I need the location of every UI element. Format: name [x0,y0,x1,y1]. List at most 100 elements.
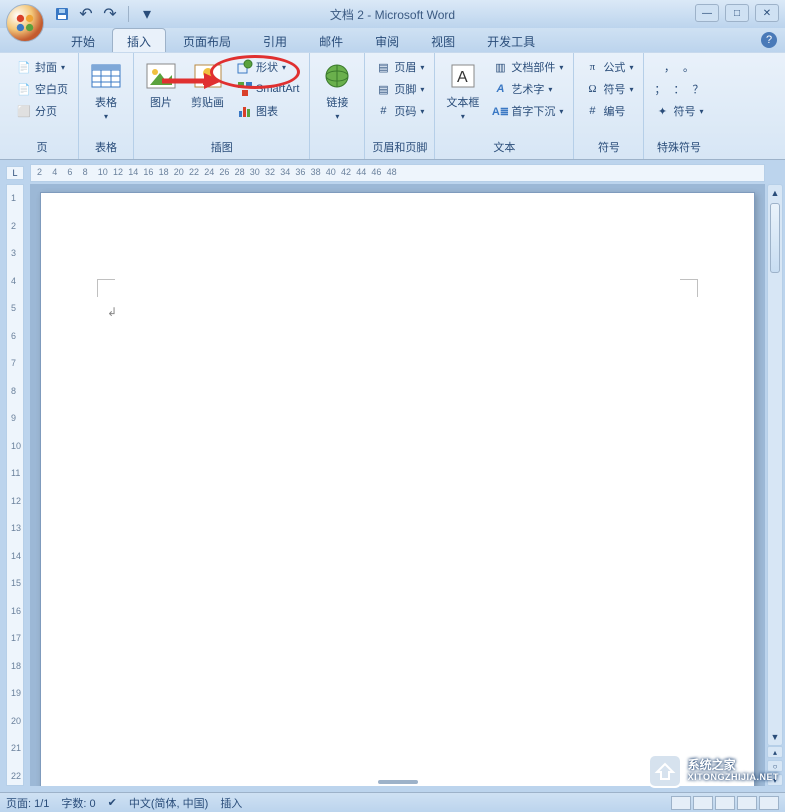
page[interactable]: ↲ [40,192,755,786]
symbol-icon: Ω [584,81,600,97]
office-button[interactable] [6,4,44,42]
dropcap-button[interactable]: A≣ 首字下沉▾ [488,101,567,121]
help-icon[interactable]: ? [761,32,777,48]
hyperlink-icon [321,60,353,92]
horizontal-ruler[interactable]: 2468101214161820222426283032343638404244… [30,164,765,182]
vertical-ruler[interactable]: 12345678910111213141516171819202122 [6,184,24,786]
tab-view[interactable]: 视图 [416,28,470,52]
titlebar: ↶ ↷ ▾ 文档 2 - Microsoft Word — □ ✕ [0,0,785,28]
smartart-icon [237,81,253,97]
textbox-label: 文本框 [446,94,479,110]
ribbon: 📄 封面▾ 📄 空白页 ⬜ 分页 页 表格 ▾ [0,52,785,160]
status-language[interactable]: 中文(简体, 中国) [129,795,208,811]
page-break-button[interactable]: ⬜ 分页 [12,101,72,121]
tab-page-layout[interactable]: 页面布局 [168,28,246,52]
special-char-colon[interactable]: ： [673,81,684,97]
page-number-icon: # [375,103,391,119]
view-web-button[interactable] [715,796,735,810]
status-spellcheck-icon[interactable]: ✔ [108,796,117,809]
scroll-up-icon[interactable]: ▲ [768,185,782,201]
quick-parts-icon: ▥ [492,59,508,75]
smartart-label: SmartArt [256,83,299,95]
number-button[interactable]: # 编号 [580,101,637,121]
footer-button[interactable]: ▤ 页脚▾ [371,79,428,99]
special-char-semi[interactable]: ； [654,81,665,97]
page-break-icon: ⬜ [16,103,32,119]
shapes-label: 形状 [256,59,278,75]
cover-page-label: 封面 [35,59,57,75]
view-print-layout-button[interactable] [671,796,691,810]
page-number-label: 页码 [394,103,416,119]
wordart-button[interactable]: A 艺术字▾ [488,79,567,99]
redo-icon[interactable]: ↷ [100,4,120,24]
shapes-button[interactable]: 形状▾ [233,57,303,77]
tab-insert[interactable]: 插入 [112,28,166,52]
save-icon[interactable] [52,4,72,24]
group-tables-title: 表格 [85,137,127,159]
hyperlink-button[interactable]: 链接 ▾ [316,57,358,124]
view-outline-button[interactable] [737,796,757,810]
vertical-scrollbar[interactable]: ▲ ▼ [767,184,783,746]
scroll-thumb[interactable] [770,203,780,273]
header-button[interactable]: ▤ 页眉▾ [371,57,428,77]
special-symbol-button[interactable]: ✦ 符号▾ [650,101,707,121]
cover-page-icon: 📄 [16,59,32,75]
tab-stop-selector[interactable]: L [6,166,24,180]
shapes-icon [237,59,253,75]
footer-label: 页脚 [394,81,416,97]
picture-button[interactable]: 图片 [140,57,182,113]
table-button[interactable]: 表格 ▾ [85,57,127,124]
quick-parts-button[interactable]: ▥ 文档部件▾ [488,57,567,77]
page-number-button[interactable]: # 页码▾ [371,101,428,121]
special-char-dot[interactable]: 。 [683,59,694,75]
group-special-symbols: ， 。 ； ： ？ ✦ 符号▾ 特殊符号 [644,53,713,159]
number-icon: # [584,103,600,119]
clipart-icon [192,60,224,92]
hyperlink-label: 链接 [326,94,348,110]
qat-customize-icon[interactable]: ▾ [137,4,157,24]
tab-mailings[interactable]: 邮件 [304,28,358,52]
quick-parts-label: 文档部件 [511,59,555,75]
equation-label: 公式 [603,59,625,75]
tab-home[interactable]: 开始 [56,28,110,52]
equation-icon: π [584,59,600,75]
footer-icon: ▤ [375,81,391,97]
status-bar: 页面: 1/1 字数: 0 ✔ 中文(简体, 中国) 插入 [0,792,785,812]
equation-button[interactable]: π 公式▾ [580,57,637,77]
symbol-button[interactable]: Ω 符号▾ [580,79,637,99]
scroll-down-icon[interactable]: ▼ [768,729,782,745]
status-mode[interactable]: 插入 [220,795,242,811]
undo-icon[interactable]: ↶ [76,4,96,24]
tab-review[interactable]: 审阅 [360,28,414,52]
view-draft-button[interactable] [759,796,779,810]
clipart-button[interactable]: 剪贴画 [186,57,229,113]
chart-button[interactable]: 图表 [233,101,303,121]
svg-text:A: A [457,69,468,86]
tab-developer[interactable]: 开发工具 [472,28,550,52]
splitter-handle[interactable] [378,780,418,784]
special-char-q[interactable]: ？ [692,81,703,97]
document-area: L 24681012141618202224262830323436384042… [0,160,785,792]
group-links: 链接 ▾ [310,53,365,159]
special-char-comma[interactable]: ， [664,59,675,75]
special-symbol-icon: ✦ [654,103,670,119]
document-viewport[interactable]: ↲ [30,184,765,786]
picture-label: 图片 [150,94,172,110]
status-words[interactable]: 字数: 0 [61,795,95,811]
close-button[interactable]: ✕ [755,4,779,22]
status-page[interactable]: 页面: 1/1 [6,795,49,811]
group-text: A 文本框 ▾ ▥ 文档部件▾ A 艺术字▾ A≣ 首字下沉▾ 文本 [435,53,574,159]
view-fullscreen-button[interactable] [693,796,713,810]
smartart-button[interactable]: SmartArt [233,79,303,99]
ribbon-tabs: 开始 插入 页面布局 引用 邮件 审阅 视图 开发工具 ? [0,28,785,52]
blank-page-button[interactable]: 📄 空白页 [12,79,72,99]
clipart-label: 剪贴画 [191,94,224,110]
chevron-down-icon: ▾ [335,112,339,121]
cover-page-button[interactable]: 📄 封面▾ [12,57,72,77]
minimize-button[interactable]: — [695,4,719,22]
paragraph-mark: ↲ [107,305,117,319]
tab-references[interactable]: 引用 [248,28,302,52]
window-controls: — □ ✕ [695,4,779,22]
maximize-button[interactable]: □ [725,4,749,22]
textbox-button[interactable]: A 文本框 ▾ [441,57,484,124]
